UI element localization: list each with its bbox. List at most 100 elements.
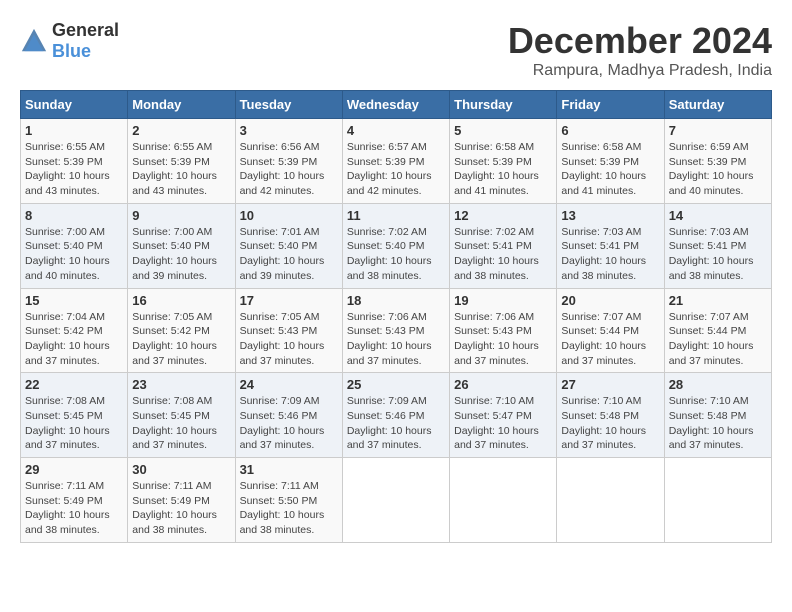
day-info: Sunrise: 6:57 AM Sunset: 5:39 PM Dayligh… xyxy=(347,140,445,199)
logo: General Blue xyxy=(20,20,119,62)
day-number: 1 xyxy=(25,123,123,138)
table-row: 12Sunrise: 7:02 AM Sunset: 5:41 PM Dayli… xyxy=(450,203,557,288)
day-info: Sunrise: 7:07 AM Sunset: 5:44 PM Dayligh… xyxy=(561,310,659,369)
table-row: 22Sunrise: 7:08 AM Sunset: 5:45 PM Dayli… xyxy=(21,373,128,458)
table-row: 23 Sunrise: 7:08 AM Sunset: 5:45 PM Dayli… xyxy=(128,373,235,458)
calendar-weekday-friday: Friday xyxy=(557,91,664,119)
table-row: 9 Sunrise: 7:00 AM Sunset: 5:40 PM Daylig… xyxy=(128,203,235,288)
calendar-weekday-monday: Monday xyxy=(128,91,235,119)
logo-general: General xyxy=(52,20,119,40)
calendar-table: SundayMondayTuesdayWednesdayThursdayFrid… xyxy=(20,90,772,543)
day-number: 11 xyxy=(347,208,445,223)
table-row: 24 Sunrise: 7:09 AM Sunset: 5:46 PM Dayli… xyxy=(235,373,342,458)
table-row: 31 Sunrise: 7:11 AM Sunset: 5:50 PM Dayli… xyxy=(235,458,342,543)
table-row: 11 Sunrise: 7:02 AM Sunset: 5:40 PM Dayli… xyxy=(342,203,449,288)
title-block: December 2024 Rampura, Madhya Pradesh, I… xyxy=(508,20,772,80)
calendar-header: SundayMondayTuesdayWednesdayThursdayFrid… xyxy=(21,91,772,119)
day-info: Sunrise: 7:00 AM Sunset: 5:40 PM Dayligh… xyxy=(25,225,123,284)
day-number: 12 xyxy=(454,208,552,223)
table-row: 8Sunrise: 7:00 AM Sunset: 5:40 PM Daylig… xyxy=(21,203,128,288)
table-row: 16 Sunrise: 7:05 AM Sunset: 5:42 PM Dayli… xyxy=(128,288,235,373)
day-info: Sunrise: 7:10 AM Sunset: 5:48 PM Dayligh… xyxy=(669,394,767,453)
logo-text: General Blue xyxy=(52,20,119,62)
day-number: 16 xyxy=(132,293,230,308)
table-row xyxy=(450,458,557,543)
day-number: 5 xyxy=(454,123,552,138)
day-info: Sunrise: 7:10 AM Sunset: 5:48 PM Dayligh… xyxy=(561,394,659,453)
day-info: Sunrise: 7:03 AM Sunset: 5:41 PM Dayligh… xyxy=(669,225,767,284)
day-info: Sunrise: 7:11 AM Sunset: 5:49 PM Dayligh… xyxy=(132,479,230,538)
day-number: 15 xyxy=(25,293,123,308)
table-row: 3 Sunrise: 6:56 AM Sunset: 5:39 PM Daylig… xyxy=(235,119,342,204)
day-number: 3 xyxy=(240,123,338,138)
table-row: 28 Sunrise: 7:10 AM Sunset: 5:48 PM Dayli… xyxy=(664,373,771,458)
day-number: 25 xyxy=(347,377,445,392)
day-info: Sunrise: 6:58 AM Sunset: 5:39 PM Dayligh… xyxy=(454,140,552,199)
page-subtitle: Rampura, Madhya Pradesh, India xyxy=(508,62,772,80)
day-number: 28 xyxy=(669,377,767,392)
day-info: Sunrise: 6:55 AM Sunset: 5:39 PM Dayligh… xyxy=(132,140,230,199)
header: General Blue December 2024 Rampura, Madh… xyxy=(20,20,772,80)
day-number: 24 xyxy=(240,377,338,392)
day-info: Sunrise: 7:11 AM Sunset: 5:50 PM Dayligh… xyxy=(240,479,338,538)
table-row: 17Sunrise: 7:05 AM Sunset: 5:43 PM Dayli… xyxy=(235,288,342,373)
table-row: 21 Sunrise: 7:07 AM Sunset: 5:44 PM Dayli… xyxy=(664,288,771,373)
calendar-weekday-saturday: Saturday xyxy=(664,91,771,119)
day-info: Sunrise: 7:09 AM Sunset: 5:46 PM Dayligh… xyxy=(240,394,338,453)
day-info: Sunrise: 7:07 AM Sunset: 5:44 PM Dayligh… xyxy=(669,310,767,369)
calendar-body: 1 Sunrise: 6:55 AM Sunset: 5:39 PM Daylig… xyxy=(21,119,772,543)
day-number: 20 xyxy=(561,293,659,308)
calendar-row-4: 22 Sunrise: 7:08 AM Sunset: 5:45 PM Dayli… xyxy=(21,373,772,458)
day-number: 2 xyxy=(132,123,230,138)
day-info: Sunrise: 6:55 AM Sunset: 5:39 PM Dayligh… xyxy=(25,140,123,199)
day-info: Sunrise: 7:08 AM Sunset: 5:45 PM Dayligh… xyxy=(132,394,230,453)
day-info: Sunrise: 7:00 AM Sunset: 5:40 PM Dayligh… xyxy=(132,225,230,284)
table-row: 10Sunrise: 7:01 AM Sunset: 5:40 PM Dayli… xyxy=(235,203,342,288)
day-number: 31 xyxy=(240,462,338,477)
table-row: 15Sunrise: 7:04 AM Sunset: 5:42 PM Dayli… xyxy=(21,288,128,373)
day-info: Sunrise: 7:11 AM Sunset: 5:49 PM Dayligh… xyxy=(25,479,123,538)
day-info: Sunrise: 7:06 AM Sunset: 5:43 PM Dayligh… xyxy=(347,310,445,369)
calendar-row-1: 1 Sunrise: 6:55 AM Sunset: 5:39 PM Daylig… xyxy=(21,119,772,204)
day-number: 7 xyxy=(669,123,767,138)
day-info: Sunrise: 6:58 AM Sunset: 5:39 PM Dayligh… xyxy=(561,140,659,199)
day-number: 4 xyxy=(347,123,445,138)
table-row: 19 Sunrise: 7:06 AM Sunset: 5:43 PM Dayli… xyxy=(450,288,557,373)
table-row: 4 Sunrise: 6:57 AM Sunset: 5:39 PM Daylig… xyxy=(342,119,449,204)
table-row: 14Sunrise: 7:03 AM Sunset: 5:41 PM Dayli… xyxy=(664,203,771,288)
day-number: 23 xyxy=(132,377,230,392)
table-row: 29 Sunrise: 7:11 AM Sunset: 5:49 PM Dayli… xyxy=(21,458,128,543)
day-info: Sunrise: 6:59 AM Sunset: 5:39 PM Dayligh… xyxy=(669,140,767,199)
day-number: 17 xyxy=(240,293,338,308)
day-info: Sunrise: 7:05 AM Sunset: 5:42 PM Dayligh… xyxy=(132,310,230,369)
table-row: 13Sunrise: 7:03 AM Sunset: 5:41 PM Dayli… xyxy=(557,203,664,288)
day-info: Sunrise: 6:56 AM Sunset: 5:39 PM Dayligh… xyxy=(240,140,338,199)
table-row: 7 Sunrise: 6:59 AM Sunset: 5:39 PM Daylig… xyxy=(664,119,771,204)
logo-icon xyxy=(20,27,48,55)
day-number: 29 xyxy=(25,462,123,477)
calendar-weekday-sunday: Sunday xyxy=(21,91,128,119)
table-row: 20 Sunrise: 7:07 AM Sunset: 5:44 PM Dayli… xyxy=(557,288,664,373)
table-row: 26Sunrise: 7:10 AM Sunset: 5:47 PM Dayli… xyxy=(450,373,557,458)
table-row: 18Sunrise: 7:06 AM Sunset: 5:43 PM Dayli… xyxy=(342,288,449,373)
day-info: Sunrise: 7:06 AM Sunset: 5:43 PM Dayligh… xyxy=(454,310,552,369)
day-number: 27 xyxy=(561,377,659,392)
day-number: 19 xyxy=(454,293,552,308)
day-number: 9 xyxy=(132,208,230,223)
day-info: Sunrise: 7:03 AM Sunset: 5:41 PM Dayligh… xyxy=(561,225,659,284)
table-row: 30Sunrise: 7:11 AM Sunset: 5:49 PM Dayli… xyxy=(128,458,235,543)
day-info: Sunrise: 7:10 AM Sunset: 5:47 PM Dayligh… xyxy=(454,394,552,453)
page-title: December 2024 xyxy=(508,20,772,62)
day-info: Sunrise: 7:02 AM Sunset: 5:40 PM Dayligh… xyxy=(347,225,445,284)
table-row: 1 Sunrise: 6:55 AM Sunset: 5:39 PM Daylig… xyxy=(21,119,128,204)
day-info: Sunrise: 7:01 AM Sunset: 5:40 PM Dayligh… xyxy=(240,225,338,284)
calendar-row-3: 15Sunrise: 7:04 AM Sunset: 5:42 PM Dayli… xyxy=(21,288,772,373)
calendar-weekday-tuesday: Tuesday xyxy=(235,91,342,119)
table-row: 25 Sunrise: 7:09 AM Sunset: 5:46 PM Dayli… xyxy=(342,373,449,458)
calendar-weekday-wednesday: Wednesday xyxy=(342,91,449,119)
day-info: Sunrise: 7:09 AM Sunset: 5:46 PM Dayligh… xyxy=(347,394,445,453)
table-row xyxy=(342,458,449,543)
calendar-row-5: 29 Sunrise: 7:11 AM Sunset: 5:49 PM Dayli… xyxy=(21,458,772,543)
day-number: 21 xyxy=(669,293,767,308)
day-number: 22 xyxy=(25,377,123,392)
